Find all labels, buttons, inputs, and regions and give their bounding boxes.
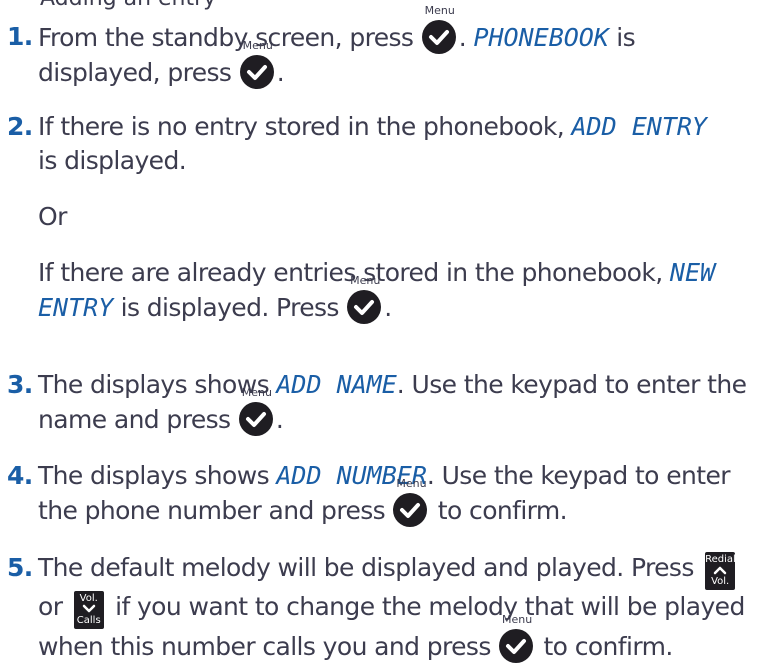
menu-key-label: Menu [350,274,381,287]
step-text: is displayed. [38,146,187,175]
step-text: The displays shows [38,461,277,490]
menu-key-icon: Menu [347,275,383,324]
step-text: is displayed. Press [113,293,340,322]
menu-key-icon: Menu [421,5,458,54]
menu-key-label: Menu [396,477,427,490]
lcd-text: ADD ENTRY [571,112,707,141]
step-number: 3. [7,370,33,399]
menu-key-label: Menu [241,386,272,399]
step-5: 5. The default melody will be displayed … [7,551,762,664]
menu-key-icon: Menu [393,478,429,527]
step-text: . [276,58,285,87]
vol-key-label: Vol. [79,593,98,604]
lcd-text: PHONEBOOK [473,23,609,52]
step-4: 4. The displays shows ADD NUMBER. Use th… [7,459,762,528]
step-text: to confirm. [430,496,568,525]
step-text: . [275,405,284,434]
step-1: 1. From the standby screen, press Menu. … [7,5,762,90]
menu-key-icon: Menu [239,40,276,89]
step-text: If there is no entry stored in the phone… [38,112,572,141]
redial-vol-up-key-icon: Redial Vol. [705,552,736,590]
or-label: Or [38,202,67,231]
vol-down-calls-key-icon: Vol. Calls [73,591,104,629]
menu-key-label: Menu [424,4,455,17]
step-text: . [458,23,474,52]
vol-key-label: Vol. [711,576,730,587]
menu-key-label: Menu [242,39,273,52]
step-text: or [38,592,63,621]
step-text: From the standby screen, press [38,23,414,52]
lcd-text: ADD NAME [276,370,397,399]
step-number: 5. [7,553,33,582]
step-text: . [384,293,392,322]
menu-key-icon: Menu [238,387,275,436]
calls-key-label: Calls [76,615,101,626]
step-number: 2. [7,112,33,141]
step-2: 2. If there is no entry stored in the ph… [7,110,762,325]
redial-key-label: Redial [705,554,736,565]
section-heading-fragment: Adding an entry [40,0,216,11]
step-3: 3. The displays shows ADD NAME. Use the … [7,368,762,437]
step-number: 4. [7,461,33,490]
step-text: to confirm. [536,632,673,661]
step-number: 1. [7,22,33,51]
menu-key-label: Menu [502,613,533,626]
step-text: The default melody will be displayed and… [38,553,694,582]
